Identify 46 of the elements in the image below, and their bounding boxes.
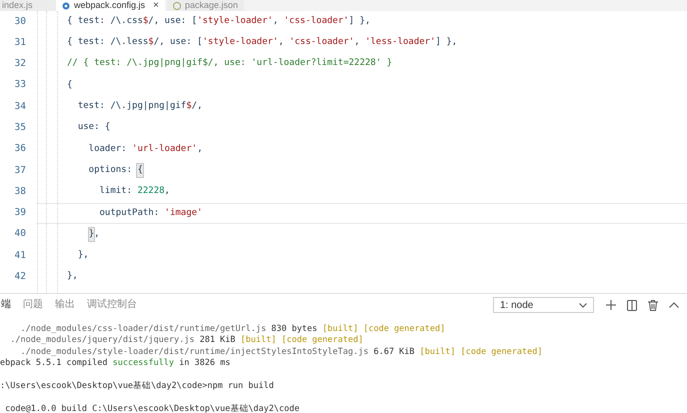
chevron-down-icon <box>579 302 587 308</box>
line-number: 31 <box>14 36 26 50</box>
terminal-line: code@1.0.0 build C:\Users\escook\Desktop\vue基础\day2\code <box>4 404 300 413</box>
code-line: limit: 22228, <box>98 185 171 198</box>
code-line: test: /\.jpg|png|gif$/, <box>76 100 204 114</box>
panel-tab[interactable]: 问题 <box>23 300 43 310</box>
terminal-line: ./node_modules/style-loader/dist/runtime/injectStylesIntoStyleTag.js 6.67 KiB [built] [code generated] <box>19 346 544 358</box>
panel-tab[interactable]: 调试控制台 <box>87 300 137 310</box>
code-line: { test: /\.less$/, use: ['style-loader', 'css-loader', 'less-loader'] }, <box>66 36 458 50</box>
trash-icon[interactable] <box>648 300 658 310</box>
code-line: }, <box>66 270 79 284</box>
code-line: // { test: /\.jpg|png|gif$/, use: 'url-loader?limit=22228' } <box>66 57 394 70</box>
code-line: }, <box>76 249 90 262</box>
code-line: use: { <box>76 121 112 134</box>
split-icon[interactable] <box>627 300 637 310</box>
editor-tab[interactable]: package.json <box>166 0 244 11</box>
terminal-select[interactable]: 1: node <box>493 297 594 313</box>
chevron-up-icon[interactable] <box>669 302 679 308</box>
code-line: outputPath: 'image' <box>36 202 687 224</box>
terminal-line: ebpack 5.5.1 compiled successfully in 3826 ms <box>0 358 232 370</box>
panel-tab[interactable]: 端 <box>1 300 11 310</box>
line-number: 42 <box>14 270 26 284</box>
code-line: { test: /\.css$/, use: ['style-loader', 'css-loader'] }, <box>66 14 372 28</box>
code-line: { <box>66 78 74 92</box>
code-line: }, <box>36 224 687 246</box>
close-icon[interactable]: × <box>153 0 159 10</box>
line-number: 41 <box>14 248 26 263</box>
panel-tab[interactable]: 输出 <box>55 300 75 310</box>
line-number: 35 <box>14 121 26 135</box>
plus-icon[interactable] <box>606 300 616 310</box>
editor-tab[interactable]: index.js <box>0 0 56 11</box>
line-number: 32 <box>14 57 26 72</box>
line-number: 39 <box>14 206 26 220</box>
code-line: options: { <box>36 160 687 182</box>
line-number: 34 <box>14 100 26 114</box>
line-number: 33 <box>14 78 26 92</box>
line-number: 40 <box>14 227 26 242</box>
terminal-line: ./node_modules/css-loader/dist/runtime/getUrl.js 830 bytes [built] [code generated] <box>19 324 446 336</box>
editor-tab[interactable]: webpack.config.js × <box>56 0 165 11</box>
line-number: 36 <box>14 142 26 156</box>
terminal-line: ./node_modules/jquery/dist/jquery.js 281 KiB [built] [code generated] <box>9 335 364 347</box>
line-number: 38 <box>14 184 26 199</box>
line-number: 37 <box>14 164 26 178</box>
code-line: loader: 'url-loader', <box>88 142 204 156</box>
terminal-line: :\Users\escook\Desktop\vue基础\day2\code>npm run build <box>0 380 275 392</box>
line-number: 30 <box>14 14 26 29</box>
